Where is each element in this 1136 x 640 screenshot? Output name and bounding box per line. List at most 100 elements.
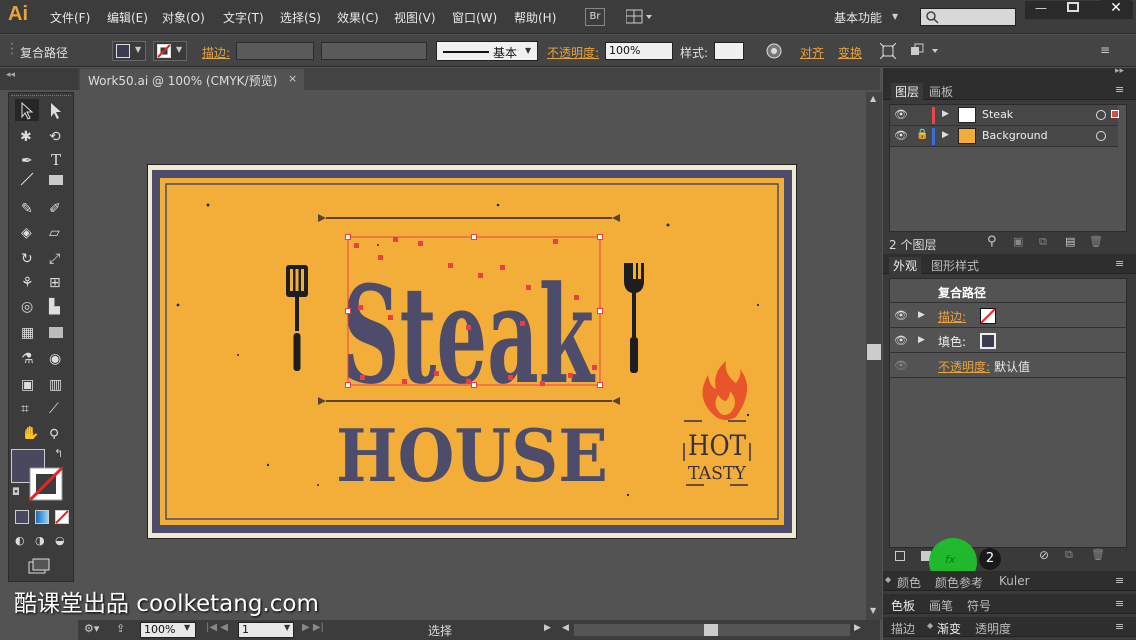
expand-triangle-icon[interactable]: ▶: [918, 335, 925, 345]
stroke-attribute-label[interactable]: 描边:: [938, 308, 966, 325]
tab-appearance[interactable]: 外观: [889, 257, 922, 274]
menu-effect[interactable]: 效果(C): [337, 9, 379, 26]
appearance-stroke-row[interactable]: 👁 ▶ 描边:: [890, 304, 1126, 328]
none-mode-icon[interactable]: [55, 510, 69, 524]
locate-object-icon[interactable]: ⚲: [987, 234, 997, 249]
draw-normal-icon[interactable]: ◐: [15, 534, 25, 547]
tab-stroke[interactable]: 描边: [891, 620, 915, 637]
stroke-weight-field[interactable]: [236, 42, 314, 60]
layer-name[interactable]: Background: [982, 129, 1048, 142]
export-icon[interactable]: ⇪: [116, 622, 125, 635]
minimize-icon[interactable]: —: [1035, 1, 1047, 15]
variable-width-profile[interactable]: [321, 42, 427, 60]
tab-gradient[interactable]: 渐变: [937, 620, 961, 637]
visibility-eye-icon[interactable]: 👁: [894, 359, 908, 372]
first-artboard-icon[interactable]: |◀ ◀: [206, 622, 228, 633]
scroll-thumb[interactable]: [867, 344, 881, 360]
draw-behind-icon[interactable]: ◑: [35, 534, 45, 547]
delete-item-icon[interactable]: 🗑: [1091, 548, 1105, 561]
lock-icon[interactable]: 🔒: [916, 129, 928, 140]
stroke-swatch-dropdown[interactable]: ▼: [153, 41, 187, 61]
tab-swatches[interactable]: 色板: [891, 597, 915, 614]
stroke-label[interactable]: 描边:: [202, 44, 230, 61]
appearance-opacity-row[interactable]: 👁 不透明度: 默认值: [890, 354, 1126, 378]
new-layer-icon[interactable]: ▤: [1065, 235, 1075, 248]
panel-menu-icon[interactable]: ≡: [1115, 597, 1124, 610]
menu-help[interactable]: 帮助(H): [514, 9, 556, 26]
expand-triangle-icon[interactable]: ▶: [942, 130, 949, 140]
isolate-icon[interactable]: [880, 43, 896, 59]
arrange-icon[interactable]: [910, 43, 940, 59]
tab-graphic-styles[interactable]: 图形样式: [931, 257, 979, 274]
tab-symbols[interactable]: 符号: [967, 597, 991, 614]
bridge-button[interactable]: Br: [585, 8, 605, 26]
add-effect-icon[interactable]: fx: [945, 553, 955, 566]
vertical-scrollbar[interactable]: ▲ ▼: [866, 92, 882, 620]
document-tab[interactable]: Work50.ai @ 100% (CMYK/预览) ×: [80, 69, 304, 90]
tab-transparency[interactable]: 透明度: [975, 620, 1011, 637]
tab-kuler[interactable]: Kuler: [999, 574, 1030, 588]
close-icon[interactable]: ✕: [1101, 0, 1131, 18]
screen-mode-icon[interactable]: [27, 557, 53, 575]
default-colors-icon[interactable]: ◘: [12, 487, 20, 498]
stroke-color-swatch[interactable]: [29, 467, 63, 501]
tab-artboards[interactable]: 画板: [929, 83, 953, 100]
gradient-mode-icon[interactable]: [35, 510, 49, 524]
collapse-icon[interactable]: ◂◂: [6, 70, 15, 80]
swap-colors-icon[interactable]: ↰: [54, 447, 63, 460]
last-artboard-icon[interactable]: ▶ ▶|: [302, 622, 324, 633]
search-input[interactable]: [920, 8, 1016, 26]
panel-menu-icon[interactable]: ≡: [1115, 574, 1124, 587]
appearance-fill-row[interactable]: 👁 ▶ 填色:: [890, 329, 1126, 353]
menu-window[interactable]: 窗口(W): [452, 9, 497, 26]
clear-appearance-icon[interactable]: ⊘: [1039, 548, 1049, 562]
brush-style-dropdown[interactable]: 基本 ▼: [436, 41, 538, 61]
menu-type[interactable]: 文字(T): [223, 9, 264, 26]
panel-menu-icon[interactable]: ≡: [1115, 257, 1124, 270]
steak-title[interactable]: Steak: [342, 256, 596, 414]
status-menu-icon[interactable]: ⚙▾: [84, 622, 99, 635]
opacity-label[interactable]: 不透明度:: [547, 44, 599, 61]
close-tab-icon[interactable]: ×: [288, 72, 297, 85]
panel-menu-icon[interactable]: ≡: [1115, 620, 1124, 633]
collapse-dock-icon[interactable]: ▸▸: [1115, 66, 1124, 76]
panel-toggle-icon[interactable]: ◆: [927, 621, 933, 630]
opacity-input[interactable]: 100%: [605, 42, 673, 60]
status-forward-icon[interactable]: ▶: [544, 623, 551, 633]
selection-indicator[interactable]: [1111, 110, 1119, 118]
target-icon[interactable]: [1096, 110, 1106, 120]
no-stroke-icon[interactable]: [980, 308, 996, 324]
scroll-right-icon[interactable]: ▶: [854, 623, 861, 633]
menu-view[interactable]: 视图(V): [394, 9, 436, 26]
horizontal-scrollbar[interactable]: [574, 624, 850, 636]
recolor-artwork-icon[interactable]: [766, 43, 782, 59]
duplicate-item-icon[interactable]: ⧉: [1065, 548, 1073, 562]
arrange-documents-button[interactable]: [625, 9, 654, 25]
layer-name[interactable]: Steak: [982, 108, 1013, 121]
tab-brushes[interactable]: 画笔: [929, 597, 953, 614]
color-mode-icon[interactable]: [15, 510, 29, 524]
panel-toggle-icon[interactable]: ◆: [885, 575, 891, 584]
visibility-eye-icon[interactable]: 👁: [894, 334, 908, 347]
tab-layers[interactable]: 图层: [891, 83, 924, 100]
expand-triangle-icon[interactable]: ▶: [918, 310, 925, 320]
panel-menu-icon[interactable]: ≡: [1115, 83, 1124, 96]
align-link[interactable]: 对齐: [800, 44, 824, 61]
menu-file[interactable]: 文件(F): [50, 9, 90, 26]
scroll-down-icon[interactable]: ▼: [870, 606, 876, 615]
transform-link[interactable]: 变换: [838, 44, 862, 61]
add-stroke-icon[interactable]: [895, 551, 905, 561]
visibility-eye-icon[interactable]: 👁: [894, 129, 908, 142]
fill-attribute-label[interactable]: 填色:: [938, 333, 966, 350]
menu-object[interactable]: 对象(O): [162, 9, 205, 26]
fill-swatch-dropdown[interactable]: ▼: [112, 41, 146, 61]
new-sublayer-icon[interactable]: ⧉: [1039, 235, 1047, 249]
hscroll-thumb[interactable]: [704, 624, 718, 636]
draw-inside-icon[interactable]: ◒: [55, 534, 65, 547]
scroll-up-icon[interactable]: ▲: [870, 94, 876, 103]
expand-triangle-icon[interactable]: ▶: [942, 109, 949, 119]
layer-row-background[interactable]: 👁 🔒 ▶ Background: [890, 126, 1118, 147]
visibility-eye-icon[interactable]: 👁: [894, 108, 908, 121]
menu-select[interactable]: 选择(S): [280, 9, 321, 26]
scroll-left-icon[interactable]: ◀: [562, 623, 569, 633]
